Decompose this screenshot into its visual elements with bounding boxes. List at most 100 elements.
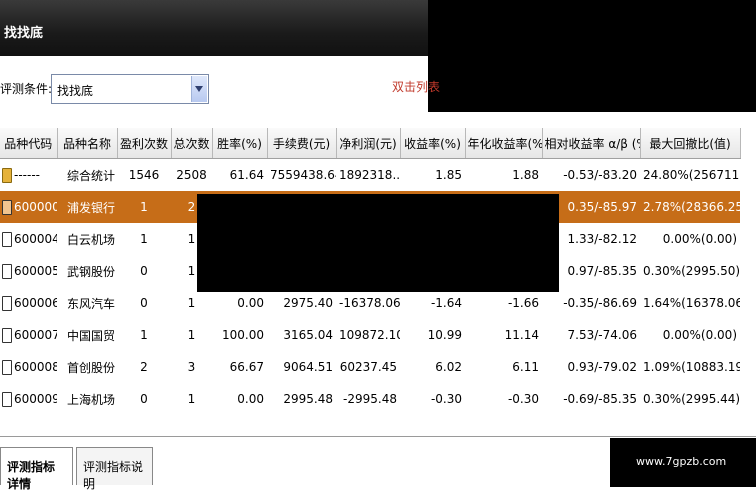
cell-text: 综合统计 bbox=[67, 168, 116, 183]
cell-fee: 3165.04 bbox=[267, 319, 336, 351]
cell-text: 2975.40 bbox=[283, 296, 333, 310]
tab-label: 评测指标说明 bbox=[83, 460, 144, 491]
cell-text: 60237.45 bbox=[339, 360, 397, 374]
cell-drawdown: 2.78%(28366.25) bbox=[640, 191, 740, 223]
document-icon bbox=[2, 327, 12, 343]
table-header-row: 品种代码 品种名称 盈利次数 总次数 胜率(%) 手续费(元) 净利润(元) 收… bbox=[0, 128, 741, 159]
document-icon bbox=[2, 263, 12, 279]
cell-drawdown: 0.00%(0.00) bbox=[640, 223, 740, 255]
cell-profit: 1892318... bbox=[336, 159, 400, 192]
cell-ret: 1.85 bbox=[400, 159, 465, 192]
cell-win: 2 bbox=[117, 351, 171, 383]
cell-text: 1 bbox=[187, 232, 196, 246]
cell-code: 600005 bbox=[0, 255, 57, 287]
watermark: www.7gpzb.com bbox=[610, 438, 756, 487]
cell-text: 1 bbox=[187, 328, 196, 342]
cell-text: 600007 bbox=[14, 327, 57, 342]
window-title: 找找底 bbox=[4, 26, 44, 41]
cell-annual: 1.88 bbox=[465, 159, 542, 192]
tab-indicator-notes[interactable]: 评测指标说明 bbox=[76, 447, 153, 491]
cell-text: 10.99 bbox=[427, 328, 462, 342]
cell-text: 600006 bbox=[14, 295, 57, 310]
cell-text: -0.35/-86.69 bbox=[563, 296, 637, 310]
document-icon bbox=[2, 295, 12, 311]
cell-text: 6.02 bbox=[435, 360, 462, 374]
cell-fee: 9064.51 bbox=[267, 351, 336, 383]
cell-name: 浦发银行 bbox=[57, 191, 117, 223]
cell-text: ------ bbox=[14, 167, 40, 182]
cell-drawdown: 1.64%(16378.06) bbox=[640, 287, 740, 319]
col-header-annual[interactable]: 年化收益率(%) bbox=[465, 128, 543, 159]
cell-text: 0 bbox=[140, 296, 148, 310]
cell-win: 0 bbox=[117, 255, 171, 287]
cell-text: 61.64 bbox=[229, 168, 264, 182]
table-row[interactable]: 600009 上海机场 0 1 0.00 2995.48 -2995.48 -0.30 -0.3… bbox=[0, 383, 740, 415]
col-header-relative[interactable]: 相对收益率 α/β (%) bbox=[542, 128, 641, 159]
cell-text: 600004 bbox=[14, 231, 57, 246]
col-header-win[interactable]: 盈利次数 bbox=[117, 128, 172, 159]
cell-win: 0 bbox=[117, 287, 171, 319]
cell-code: 600004 bbox=[0, 223, 57, 255]
document-icon bbox=[2, 359, 12, 375]
cell-drawdown: 0.30%(2995.44) bbox=[640, 383, 740, 415]
cell-relative: 0.93/-79.02 bbox=[542, 351, 640, 383]
cell-annual: 6.11 bbox=[465, 351, 542, 383]
condition-select[interactable]: 找找底 bbox=[51, 74, 209, 104]
cell-profit: 109872.10 bbox=[336, 319, 400, 351]
cell-text: 2.78%(28366.25) bbox=[643, 200, 740, 214]
cell-annual: -0.30 bbox=[465, 383, 542, 415]
cell-text: 66.67 bbox=[229, 360, 264, 374]
cell-text: -16378.06 bbox=[339, 296, 400, 310]
cell-text: 0.97/-85.35 bbox=[567, 264, 637, 278]
tab-indicator-details[interactable]: 评测指标详情 bbox=[0, 447, 73, 491]
cell-text: 0.30%(2995.50) bbox=[643, 264, 740, 278]
summary-icon bbox=[2, 167, 12, 183]
cell-fee: 2995.48 bbox=[267, 383, 336, 415]
cell-text: 浦发银行 bbox=[67, 200, 116, 215]
col-header-profit[interactable]: 净利润(元) bbox=[336, 128, 401, 159]
cell-text: 11.14 bbox=[504, 328, 539, 342]
cell-name: 上海机场 bbox=[57, 383, 117, 415]
col-header-code[interactable]: 品种代码 bbox=[0, 128, 58, 159]
cell-total: 1 bbox=[171, 319, 212, 351]
cell-win: 1 bbox=[117, 319, 171, 351]
cell-text: 0.30%(2995.44) bbox=[643, 392, 740, 406]
redacted-block bbox=[197, 194, 559, 292]
divider bbox=[0, 436, 756, 437]
col-header-drawdown[interactable]: 最大回撤比(值) bbox=[640, 128, 741, 159]
cell-text: 109872.10 bbox=[339, 328, 400, 342]
cell-drawdown: 24.80%(256711.75) bbox=[640, 159, 740, 192]
cell-relative: -0.69/-85.35 bbox=[542, 383, 640, 415]
table-row[interactable]: ------ 综合统计 1546 2508 61.64 7559438.64 1892318… bbox=[0, 159, 740, 192]
cell-code: 600000 bbox=[0, 191, 57, 223]
col-header-return[interactable]: 收益率(%) bbox=[400, 128, 466, 159]
cell-ret: -0.30 bbox=[400, 383, 465, 415]
cell-text: 1.64%(16378.06) bbox=[643, 296, 740, 310]
chevron-down-icon[interactable] bbox=[191, 76, 207, 102]
cell-text: 上海机场 bbox=[67, 392, 116, 407]
col-header-name[interactable]: 品种名称 bbox=[57, 128, 118, 159]
watermark-text: www.7gpzb.com bbox=[636, 455, 727, 468]
cell-text: 600000 bbox=[14, 199, 57, 214]
cell-ret: 6.02 bbox=[400, 351, 465, 383]
table-row[interactable]: 600008 首创股份 2 3 66.67 9064.51 60237.45 6.02 6.11… bbox=[0, 351, 740, 383]
cell-text: 0 bbox=[140, 392, 148, 406]
table-row[interactable]: 600007 中国国贸 1 1 100.00 3165.04 109872.10 10.99 1… bbox=[0, 319, 740, 351]
cell-text: 东风汽车 bbox=[67, 296, 116, 311]
cell-text: -0.30 bbox=[507, 392, 539, 406]
cell-text: 7.53/-74.06 bbox=[567, 328, 637, 342]
cell-code: 600007 bbox=[0, 319, 57, 351]
cell-rate: 61.64 bbox=[212, 159, 267, 192]
col-header-rate[interactable]: 胜率(%) bbox=[212, 128, 268, 159]
cell-text: 0.00 bbox=[237, 392, 264, 406]
cell-text: 1 bbox=[187, 392, 196, 406]
col-header-total[interactable]: 总次数 bbox=[171, 128, 213, 159]
cell-text: 1 bbox=[140, 200, 148, 214]
cell-text: 1 bbox=[187, 264, 196, 278]
col-header-fee[interactable]: 手续费(元) bbox=[267, 128, 337, 159]
cell-annual: 11.14 bbox=[465, 319, 542, 351]
cell-text: 2 bbox=[140, 360, 148, 374]
cell-text: 0.00%(0.00) bbox=[662, 232, 737, 246]
cell-text: 1 bbox=[140, 232, 148, 246]
cell-drawdown: 1.09%(10883.19) bbox=[640, 351, 740, 383]
